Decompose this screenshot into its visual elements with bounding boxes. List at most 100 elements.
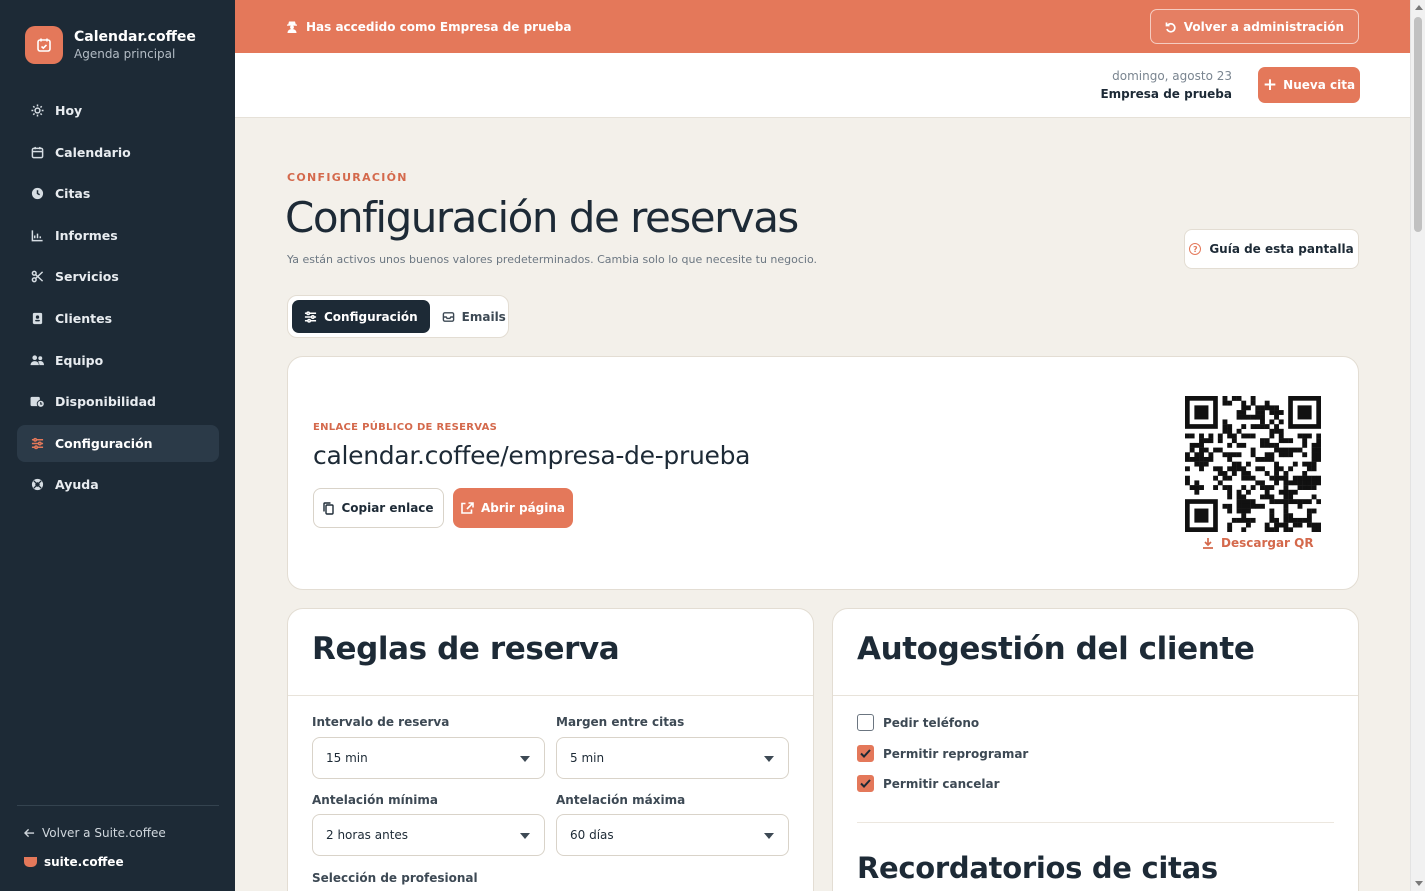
copy-link-label: Copiar enlace (341, 501, 434, 515)
booking-rules-title: Reglas de reserva (312, 631, 620, 667)
sidebar-item-hoy[interactable]: Hoy (17, 92, 219, 129)
caret-down-icon (520, 756, 530, 762)
contact-card-icon (30, 311, 45, 326)
sidebar-item-label: Calendario (55, 144, 131, 160)
sidebar-item-label: Servicios (55, 269, 119, 285)
tab-emails[interactable]: Emails (430, 300, 518, 333)
brand-name: Calendar.coffee (74, 28, 196, 45)
caret-down-icon (764, 833, 774, 839)
min-notice-value: 2 horas antes (326, 828, 409, 842)
scissors-icon (30, 269, 45, 284)
max-advance-select[interactable]: 60 días (556, 814, 789, 856)
caret-down-icon (520, 833, 530, 839)
screen-guide-button[interactable]: ? Guía de esta pantalla (1184, 229, 1359, 269)
new-appointment-label: Nueva cita (1283, 78, 1356, 92)
screen-guide-label: Guía de esta pantalla (1209, 242, 1354, 256)
booking-interval-select[interactable]: 15 min (312, 737, 545, 779)
return-to-admin-button[interactable]: Volver a administración (1149, 9, 1359, 44)
booking-interval-value: 15 min (326, 751, 368, 765)
sidebar-item-citas[interactable]: Citas (17, 175, 219, 212)
sidebar-item-label: Equipo (55, 352, 104, 368)
tab-configuracion[interactable]: Configuración (292, 300, 430, 333)
clock-icon (30, 186, 45, 201)
back-to-suite-link[interactable]: Volver a Suite.coffee (17, 826, 219, 840)
sidebar-footer: Volver a Suite.coffee suite.coffee (17, 805, 219, 869)
calendar-logo-icon (25, 26, 63, 64)
plus-icon: + (1262, 75, 1278, 95)
question-icon: ? (1189, 243, 1202, 255)
suite-coffee-link[interactable]: suite.coffee (17, 855, 219, 869)
sidebar-item-disponibilidad[interactable]: Disponibilidad (17, 383, 219, 420)
sidebar-item-label: Informes (55, 227, 118, 243)
buffer-value: 5 min (570, 751, 605, 765)
sliders-icon (30, 436, 45, 451)
sidebar-item-informes[interactable]: Informes (17, 217, 219, 254)
self-service-title: Autogestión del cliente (857, 631, 1255, 667)
allow-reschedule-checkbox[interactable]: Permitir reprogramar (857, 745, 1028, 762)
checkbox-unchecked-icon (857, 714, 874, 731)
booking-interval-label: Intervalo de reserva (312, 715, 450, 729)
copy-icon (323, 501, 335, 515)
scroll-thumb[interactable] (1414, 17, 1422, 232)
sliders-icon (304, 310, 317, 323)
scroll-up-arrow-icon[interactable] (1415, 5, 1423, 10)
back-to-suite-label: Volver a Suite.coffee (42, 826, 166, 840)
checkbox-label: Permitir cancelar (883, 776, 1000, 791)
sidebar-item-ayuda[interactable]: Ayuda (17, 466, 219, 503)
user-secret-icon (287, 21, 297, 33)
sidebar-nav: Hoy Calendario Citas Informes Servicios … (17, 92, 219, 508)
suite-label: suite.coffee (44, 855, 124, 869)
sidebar-item-label: Disponibilidad (55, 394, 156, 410)
divider (288, 695, 813, 696)
booking-rules-card: Reglas de reserva Intervalo de reserva 1… (287, 608, 814, 891)
checkbox-label: Pedir teléfono (883, 715, 980, 730)
arrow-left-icon (24, 828, 35, 838)
page-subtitle: Ya están activos unos buenos valores pre… (287, 253, 818, 266)
lifebuoy-icon (30, 477, 45, 492)
min-notice-select[interactable]: 2 horas antes (312, 814, 545, 856)
public-link-url[interactable]: calendar.coffee/empresa-de-prueba (313, 441, 751, 470)
allow-cancel-checkbox[interactable]: Permitir cancelar (857, 775, 1000, 792)
staff-selection-label: Selección de profesional (312, 871, 478, 885)
undo-icon (1165, 22, 1176, 33)
sidebar-item-label: Citas (55, 186, 91, 202)
checkbox-checked-icon (857, 775, 874, 792)
sidebar-item-label: Hoy (55, 103, 83, 118)
self-service-card: Autogestión del cliente Pedir teléfono P… (832, 608, 1359, 891)
divider (833, 695, 1358, 696)
min-notice-label: Antelación mínima (312, 793, 438, 807)
sidebar-item-configuracion[interactable]: Configuración (17, 424, 219, 462)
download-qr-link[interactable]: Descargar QR (1202, 536, 1314, 550)
reminders-title: Recordatorios de citas (857, 851, 1218, 885)
page-eyebrow: CONFIGURACIÓN (287, 171, 408, 184)
brand[interactable]: Calendar.coffee Agenda principal (25, 26, 196, 64)
sidebar: Calendar.coffee Agenda principal Hoy Cal… (0, 0, 235, 891)
coffee-cup-icon (24, 857, 37, 867)
impersonation-banner: Has accedido como Empresa de prueba Volv… (235, 0, 1410, 53)
new-appointment-button[interactable]: + Nueva cita (1258, 67, 1360, 103)
buffer-select[interactable]: 5 min (556, 737, 789, 779)
tab-label: Emails (461, 309, 506, 324)
public-link-eyebrow: ENLACE PÚBLICO DE RESERVAS (313, 422, 498, 433)
header-info: domingo, agosto 23 Empresa de prueba (1100, 68, 1232, 103)
chart-icon (30, 228, 45, 243)
checkbox-checked-icon (857, 745, 874, 762)
divider (857, 822, 1334, 823)
copy-link-button[interactable]: Copiar enlace (313, 488, 444, 528)
sidebar-item-servicios[interactable]: Servicios (17, 258, 219, 295)
scroll-down-arrow-icon[interactable] (1415, 881, 1423, 886)
current-date: domingo, agosto 23 (1112, 69, 1232, 83)
max-advance-value: 60 días (570, 828, 614, 842)
download-qr-label: Descargar QR (1221, 536, 1314, 550)
external-link-icon (461, 501, 474, 514)
sidebar-item-label: Clientes (55, 310, 113, 326)
page-scrollbar[interactable] (1410, 0, 1425, 891)
sidebar-item-clientes[interactable]: Clientes (17, 300, 219, 337)
public-link-card: ENLACE PÚBLICO DE RESERVAS calendar.coff… (287, 356, 1359, 590)
open-page-button[interactable]: Abrir página (453, 488, 573, 528)
calendar-icon (30, 145, 45, 160)
ask-phone-checkbox[interactable]: Pedir teléfono (857, 714, 979, 731)
sidebar-item-equipo[interactable]: Equipo (17, 342, 219, 379)
sidebar-item-calendario[interactable]: Calendario (17, 134, 219, 171)
envelope-icon (442, 311, 454, 322)
